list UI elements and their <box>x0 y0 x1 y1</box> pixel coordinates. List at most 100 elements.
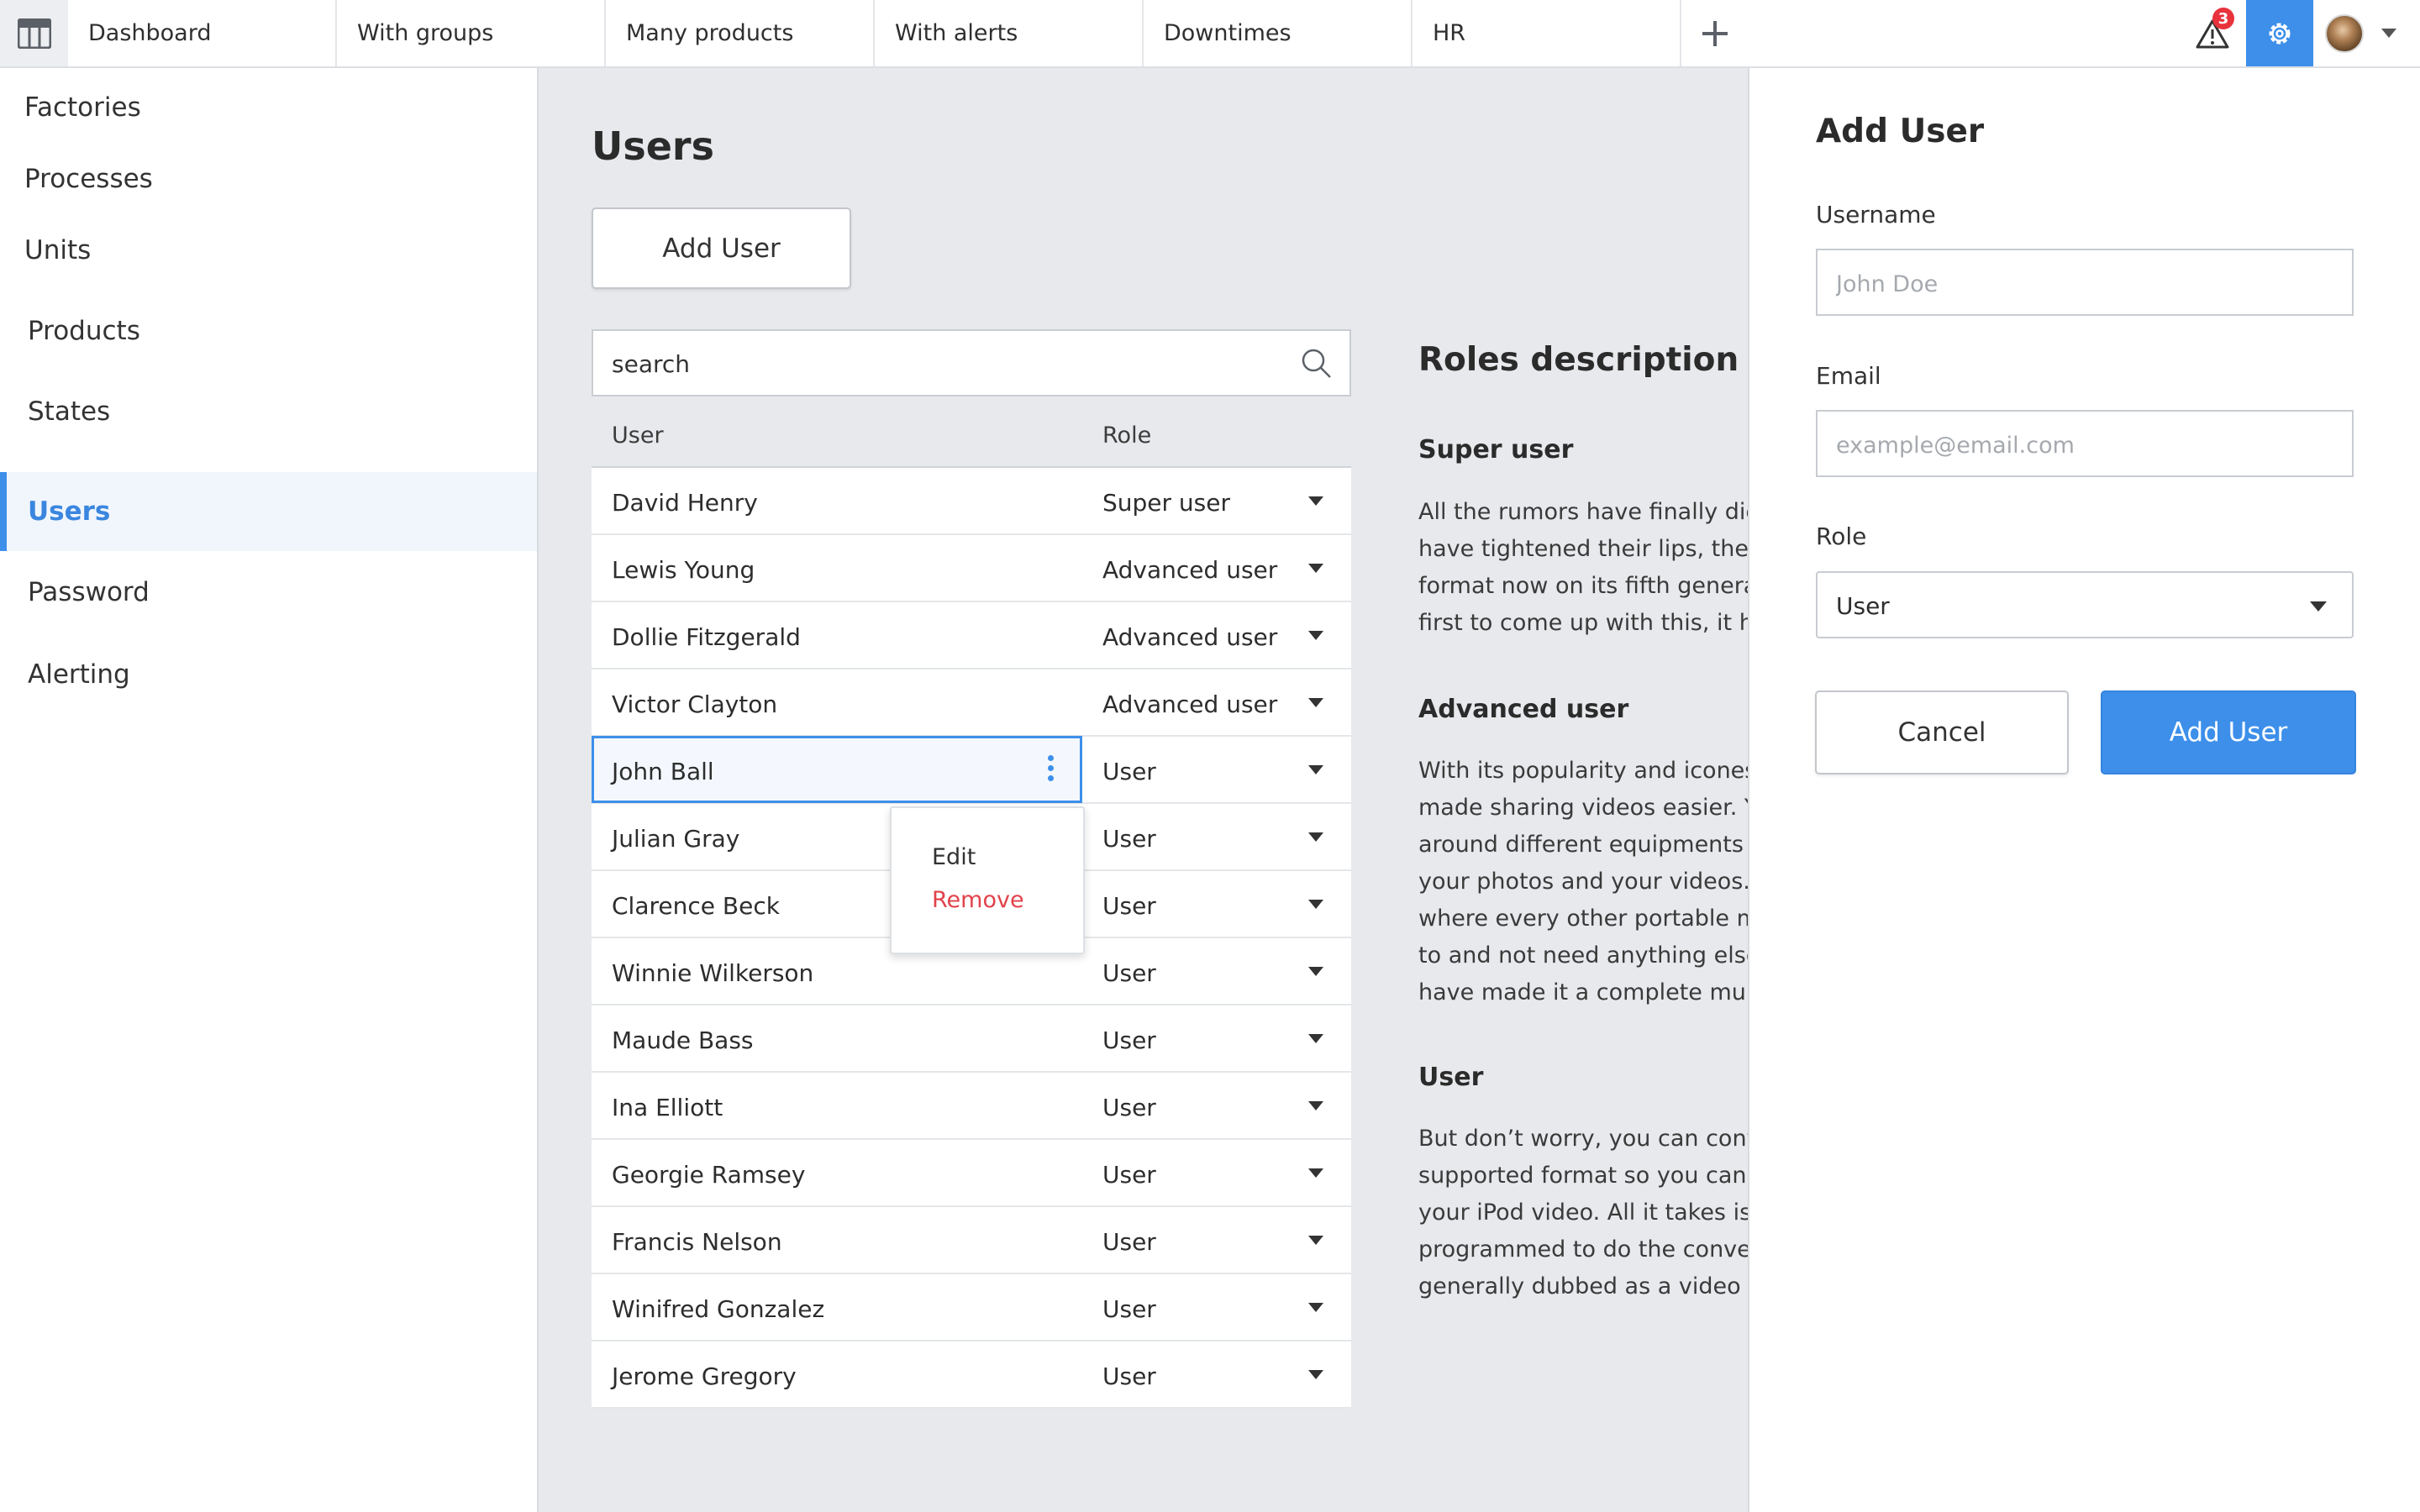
tab-hr[interactable]: HR <box>1413 0 1681 66</box>
table-row[interactable]: Dollie Fitzgerald Advanced user <box>592 602 1351 669</box>
menu-item-remove[interactable]: Remove <box>932 887 1024 913</box>
table-row[interactable]: David Henry Super user <box>592 468 1351 535</box>
chevron-down-icon[interactable] <box>1308 1168 1323 1178</box>
description-line: have tightened their lips, the iP <box>1418 536 1748 562</box>
role-select[interactable]: User <box>1102 1362 1156 1390</box>
role-select[interactable]: User <box>1102 1161 1156 1189</box>
cancel-button[interactable]: Cancel <box>1815 690 2069 774</box>
chevron-down-icon[interactable] <box>1308 631 1323 640</box>
search-input[interactable] <box>612 346 1267 381</box>
chevron-down-icon[interactable] <box>1308 1236 1323 1245</box>
search-icon[interactable] <box>1299 346 1333 380</box>
sidebar-item-units[interactable]: Units <box>0 211 537 290</box>
chevron-down-icon[interactable] <box>1308 967 1323 976</box>
chevron-down-icon[interactable] <box>1308 1303 1323 1312</box>
role-select[interactable]: User <box>1102 959 1156 987</box>
description-line: programmed to do the conversi <box>1418 1236 1748 1263</box>
tab-dashboard[interactable]: Dashboard <box>68 0 337 66</box>
email-field[interactable] <box>1836 428 2332 462</box>
role-select[interactable]: User <box>1102 1094 1156 1121</box>
role-select[interactable]: User <box>1102 1228 1156 1256</box>
role-select[interactable]: User <box>1102 1026 1156 1054</box>
role-heading-super-user: Super user <box>1418 435 1574 465</box>
description-line: All the rumors have finally died <box>1418 499 1748 525</box>
submit-add-user-button[interactable]: Add User <box>2101 690 2356 774</box>
add-tab-button[interactable] <box>1681 0 1749 66</box>
table-row[interactable]: Ina Elliott User <box>592 1073 1351 1140</box>
tab-with-groups[interactable]: With groups <box>337 0 606 66</box>
table-row-selected[interactable]: John Ball User <box>592 736 1351 804</box>
table-row[interactable]: Victor Clayton Advanced user <box>592 669 1351 737</box>
roles-description: Roles description Super user All the rum… <box>1418 336 1748 1344</box>
table-row[interactable]: Georgie Ramsey User <box>592 1140 1351 1207</box>
role-select[interactable]: User <box>1102 825 1156 853</box>
dashboard-tabs: Dashboard With groups Many products With… <box>68 0 1749 66</box>
table-row[interactable]: Winifred Gonzalez User <box>592 1274 1351 1341</box>
username-label: Username <box>1816 201 1936 228</box>
user-name: Francis Nelson <box>612 1228 782 1256</box>
page-title: Users <box>592 123 714 169</box>
chevron-down-icon[interactable] <box>1308 1034 1323 1043</box>
sidebar-item-alerting[interactable]: Alerting <box>0 635 537 714</box>
avatar[interactable] <box>2325 14 2364 53</box>
menu-item-edit[interactable]: Edit <box>932 844 976 870</box>
grid-menu-button[interactable] <box>0 0 68 66</box>
tab-many-products[interactable]: Many products <box>606 0 875 66</box>
table-row[interactable]: Maude Bass User <box>592 1005 1351 1073</box>
roles-title: Roles description <box>1418 341 1739 379</box>
gear-icon <box>2269 23 2291 44</box>
description-line: format now on its fifth generatio <box>1418 573 1748 599</box>
alerts-button[interactable]: 3 <box>2179 0 2246 66</box>
sidebar-item-states[interactable]: States <box>0 372 537 451</box>
role-heading-advanced-user: Advanced user <box>1418 695 1629 724</box>
description-line: first to come up with this, it has <box>1418 610 1748 636</box>
role-description-user: But don’t worry, you can conver supporte… <box>1418 1121 1748 1305</box>
chevron-down-icon[interactable] <box>2381 29 2396 38</box>
add-user-button[interactable]: Add User <box>592 207 851 289</box>
more-options-icon[interactable] <box>1045 753 1055 787</box>
role-select[interactable]: Super user <box>1102 489 1230 517</box>
chevron-down-icon[interactable] <box>1308 1101 1323 1110</box>
chevron-down-icon[interactable] <box>1308 1370 1323 1379</box>
description-line: to and not need anything else. V <box>1418 942 1748 969</box>
sidebar-item-password[interactable]: Password <box>0 553 537 632</box>
chevron-down-icon[interactable] <box>1308 765 1323 774</box>
username-field[interactable] <box>1836 267 2332 301</box>
table-row[interactable]: Francis Nelson User <box>592 1207 1351 1274</box>
sidebar-item-processes[interactable]: Processes <box>0 139 537 218</box>
role-select[interactable]: Advanced user <box>1102 690 1277 718</box>
chevron-down-icon[interactable] <box>1308 698 1323 707</box>
search-box <box>592 329 1351 396</box>
user-name: David Henry <box>612 489 758 517</box>
sidebar-item-users[interactable]: Users <box>0 472 537 551</box>
chevron-down-icon[interactable] <box>1308 832 1323 842</box>
role-select[interactable]: User <box>1816 571 2354 638</box>
chevron-down-icon[interactable] <box>1308 496 1323 506</box>
tab-with-alerts[interactable]: With alerts <box>875 0 1144 66</box>
role-select[interactable]: Advanced user <box>1102 556 1277 584</box>
user-name: Maude Bass <box>612 1026 754 1054</box>
user-name: Julian Gray <box>612 825 740 853</box>
chevron-down-icon[interactable] <box>1308 564 1323 573</box>
email-label: Email <box>1816 362 1881 390</box>
tab-downtimes[interactable]: Downtimes <box>1144 0 1413 66</box>
table-row[interactable]: Jerome Gregory User <box>592 1341 1351 1409</box>
user-name: Ina Elliott <box>612 1094 723 1121</box>
chevron-down-icon[interactable] <box>1308 900 1323 909</box>
role-select[interactable]: Advanced user <box>1102 623 1277 651</box>
role-select[interactable]: User <box>1102 1295 1156 1323</box>
description-line: your photos and your videos. Yo <box>1418 869 1748 895</box>
role-select[interactable]: User <box>1102 758 1156 785</box>
description-line: your iPod video. All it takes is a <box>1418 1200 1748 1226</box>
table-row[interactable]: Lewis Young Advanced user <box>592 535 1351 602</box>
role-select[interactable]: User <box>1102 892 1156 920</box>
sidebar-item-factories[interactable]: Factories <box>0 68 537 147</box>
column-header-role[interactable]: Role <box>1102 423 1151 449</box>
description-line: With its popularity and iconesq <box>1418 758 1748 784</box>
role-description-super-user: All the rumors have finally died have ti… <box>1418 494 1748 642</box>
column-header-user[interactable]: User <box>612 423 664 449</box>
description-line: supported format so you can st <box>1418 1163 1748 1189</box>
sidebar-item-products[interactable]: Products <box>0 291 537 370</box>
settings-button[interactable] <box>2246 0 2313 66</box>
description-line: generally dubbed as a video co <box>1418 1273 1748 1299</box>
